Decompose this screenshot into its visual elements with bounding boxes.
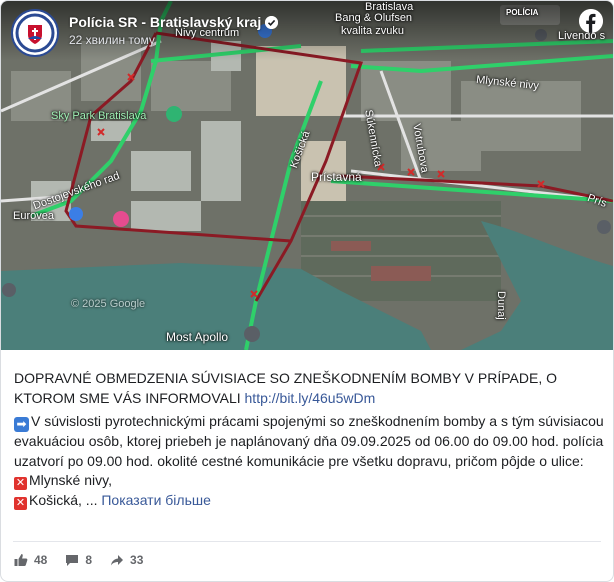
map-label: Livendo s (558, 30, 606, 42)
red-cross-mark-emoji-icon: ✕ (14, 477, 27, 490)
page-name-row[interactable]: Polícia SR - Bratislavský kraj (69, 14, 279, 30)
page-avatar[interactable] (11, 9, 59, 57)
thumbs-up-icon (14, 554, 28, 566)
street-name: Košická, ... (29, 491, 98, 508)
actions-divider (13, 541, 601, 542)
post-link[interactable]: http://bit.ly/46u5wDm (245, 390, 376, 406)
map-label: kvalita zvuku (341, 25, 404, 37)
see-more-link[interactable]: Показати більше (101, 492, 211, 508)
police-watermark: POLÍCIA (506, 8, 539, 17)
share-icon (111, 555, 124, 566)
police-crest-icon (15, 13, 55, 53)
red-cross-mark-emoji-icon: ✕ (14, 496, 27, 510)
map-label: Bratislava (365, 1, 414, 13)
facebook-post-card: Bang & Olufsen kvalita zvuku Nivy centru… (0, 0, 614, 582)
page-name[interactable]: Polícia SR - Bratislavský kraj (69, 14, 261, 30)
comment-action[interactable]: 8 (65, 553, 92, 567)
verified-badge-icon (265, 15, 279, 29)
map-label: Dunaj (495, 291, 507, 320)
like-action[interactable]: 48 (14, 553, 47, 567)
post-title-line: DOPRAVNÉ OBMEDZENIA SÚVISIACE SO ZNEŠKOD… (14, 369, 604, 408)
map-label: Most Apollo (166, 330, 229, 344)
street-name: Mlynské nivy, (29, 472, 112, 488)
post-body-text: V súvislosti pyrotechnickými prácami spo… (14, 413, 604, 469)
facebook-logo-icon[interactable] (579, 9, 603, 33)
map-copyright: © 2025 Google (71, 298, 146, 310)
street-list-item: ✕ Košická, ... Показати більше (14, 491, 604, 511)
post-timestamp[interactable]: 22 хвилин тому (69, 33, 155, 47)
map-label: Eurovea (13, 210, 54, 222)
comment-count: 8 (85, 553, 93, 567)
post-actions: 48 8 33 (14, 553, 143, 567)
share-count: 33 (130, 553, 144, 567)
map-label: Sky Park Bratislava (51, 110, 147, 122)
share-action[interactable]: 33 (110, 553, 143, 567)
street-list-item: ✕ Mlynské nivy, (14, 471, 604, 491)
right-arrow-emoji-icon: ➡ (14, 417, 29, 432)
map-image[interactable]: Bang & Olufsen kvalita zvuku Nivy centru… (1, 1, 613, 350)
like-count: 48 (34, 553, 48, 567)
map-label: Prístavná (311, 170, 362, 184)
comment-icon (66, 555, 79, 566)
map-label: Bang & Olufsen (335, 12, 413, 24)
post-body: ➡ V súvislosti pyrotechnickými prácami sp… (14, 412, 604, 471)
post-text: DOPRAVNÉ OBMEDZENIA SÚVISIACE SO ZNEŠKOD… (14, 369, 604, 510)
